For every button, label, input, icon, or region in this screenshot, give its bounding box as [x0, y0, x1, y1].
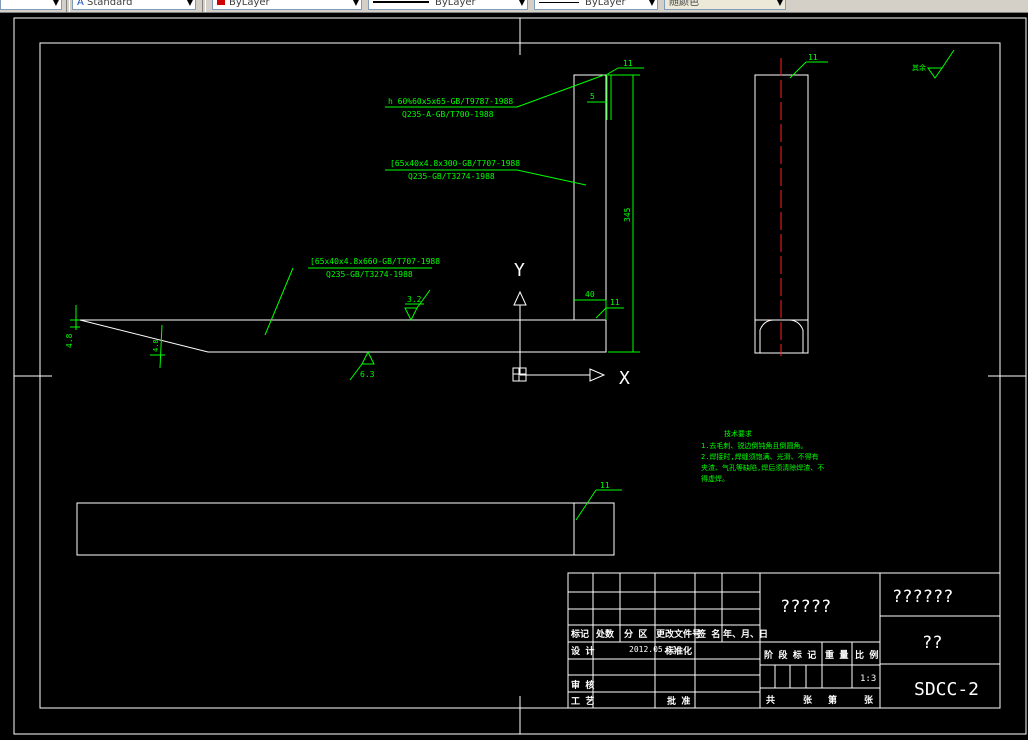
leader2-line2: Q235-GB/T3274-1988: [408, 172, 495, 181]
tb-hdr-mark: 标记: [570, 628, 589, 640]
tb-weight: 重 量: [825, 649, 848, 661]
chevron-down-icon: ▼: [186, 0, 193, 7]
leader2-line1: [65x40x4.8x300-GB/T707-1988: [390, 159, 520, 168]
annotation-graphics: [70, 49, 955, 521]
plot-style-value: 随颜色: [669, 0, 699, 8]
notes-line3: 夹渣、气孔等缺陷,焊后须清除焊渣、不: [701, 463, 824, 472]
chevron-down-icon: ▼: [776, 0, 783, 7]
leader3-line1: [65x40x4.8x660-GB/T707-1988: [310, 257, 440, 266]
chevron-down-icon: ▼: [52, 0, 59, 7]
tb-hdr-sign: 签 名: [696, 628, 720, 640]
tb-material: ?????: [780, 597, 831, 617]
tb-stage: 阶 段 标 记: [764, 649, 816, 661]
text-style-combo[interactable]: A Standard ▼: [72, 0, 196, 10]
tb-hdr-doc: 更改文件号: [656, 628, 701, 640]
chevron-down-icon: ▼: [648, 0, 655, 7]
dim-weld-mid: 11: [610, 298, 620, 307]
layer-combo[interactable]: ▼: [0, 0, 62, 10]
linetype-combo[interactable]: ByLayer ▼: [368, 0, 528, 10]
tb-drawing-no: SDCC-2: [914, 679, 979, 700]
lineweight-value: ByLayer: [585, 0, 626, 8]
color-swatch-icon: [217, 0, 225, 5]
toolbar-separator: [66, 0, 70, 12]
notes-line1: 1.去毛刺、锐边倒钝角且倒圆角。: [701, 441, 807, 450]
notes-line2: 2.焊接时,焊缝须饱满、光滑、不得有: [701, 452, 819, 461]
linetype-preview-icon: [373, 1, 429, 3]
technical-notes: 技术要求 1.去毛刺、锐边倒钝角且倒圆角。 2.焊接时,焊缝须饱满、光滑、不得有…: [701, 429, 824, 483]
color-value: ByLayer: [229, 0, 270, 8]
linetype-value: ByLayer: [435, 0, 476, 8]
chevron-down-icon: ▼: [352, 0, 359, 7]
title-block-texts: 标记 处数 分 区 更改文件号 签 名 年、月、日 设 计 2012.05.11…: [570, 628, 878, 707]
plot-style-combo[interactable]: 随颜色 ▼: [664, 0, 786, 10]
tb-sheets: 张: [803, 694, 813, 706]
leader3-line2: Q235-GB/T3274-1988: [326, 270, 413, 279]
lineweight-combo[interactable]: ByLayer ▼: [534, 0, 658, 10]
drawing-canvas[interactable]: h 60%60x5x65-GB/T9787-1988 Q235-A-GB/T70…: [0, 12, 1028, 740]
tb-name: ??: [922, 633, 942, 653]
lineweight-preview-icon: [539, 1, 579, 3]
tb-total: 共: [766, 694, 775, 706]
dim-left-48b: 4.8: [152, 339, 160, 352]
tb-approve: 批 准: [667, 695, 690, 707]
dim-rough-32: 3.2: [407, 295, 422, 304]
front-view: [79, 74, 607, 353]
chevron-down-icon: ▼: [518, 0, 525, 7]
tb-hdr-date: 年、月、日: [723, 628, 768, 640]
dim-weld-side: 11: [808, 53, 818, 62]
dim-weld-bottom: 11: [600, 481, 610, 490]
toolbar-separator: [202, 0, 206, 12]
notes-title: 技术要求: [724, 429, 752, 438]
color-combo[interactable]: ByLayer ▼: [212, 0, 362, 10]
tb-review: 审 核: [571, 679, 594, 691]
text-style-value: Standard: [87, 0, 133, 8]
tb-standardize: 标准化: [664, 645, 692, 657]
dim-left-48: 4.8: [65, 333, 74, 348]
dim-height-345: 345: [623, 207, 632, 222]
ucs-y-label: Y: [514, 260, 525, 281]
tb-design: 设 计: [571, 645, 594, 657]
ucs-x-label: X: [619, 368, 630, 389]
dim-rough-63: 6.3: [360, 370, 375, 379]
annotation-texts: h 60%60x5x65-GB/T9787-1988 Q235-A-GB/T70…: [65, 53, 926, 490]
dim-forty: 40: [585, 290, 595, 299]
surface-mark-label: 其余: [912, 63, 926, 72]
dim-weld-top: 11: [623, 59, 633, 68]
tb-process: 工 艺: [571, 695, 594, 707]
text-style-icon: A: [77, 0, 88, 8]
tb-hdr-zone: 分 区: [624, 628, 647, 640]
leader1-line1: h 60%60x5x65-GB/T9787-1988: [388, 97, 513, 106]
tb-sheet-of: 张: [864, 694, 874, 706]
ucs-icon: [512, 290, 606, 382]
tb-company: ??????: [892, 587, 953, 607]
tb-scale: 比 例: [855, 649, 878, 661]
notes-line4: 得虚焊。: [701, 474, 729, 483]
tb-scale-value: 1:3: [860, 674, 876, 684]
tb-hdr-count: 处数: [595, 628, 615, 640]
tb-sheet-no: 第: [828, 694, 837, 706]
dim-five: 5: [590, 92, 595, 101]
leader1-line2: Q235-A-GB/T700-1988: [402, 110, 494, 119]
drawing-frame: [13, 17, 1027, 735]
top-view: [76, 502, 615, 556]
